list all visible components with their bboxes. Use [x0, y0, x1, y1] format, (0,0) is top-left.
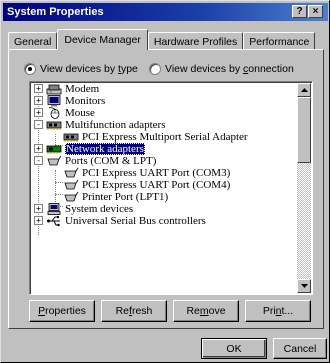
view-by-connection-radio[interactable]	[149, 63, 161, 75]
collapse-multifunction[interactable]: -	[34, 120, 43, 129]
multifunction-adapter-icon	[46, 119, 62, 131]
view-by-type-option[interactable]: View devices by type	[24, 62, 138, 76]
view-by-type-radio[interactable]	[24, 63, 36, 75]
scroll-down-button[interactable]	[297, 279, 311, 293]
tree-item-modem[interactable]: Modem	[46, 83, 99, 95]
help-button[interactable]: ?	[292, 5, 307, 18]
scroll-thumb[interactable]	[297, 97, 311, 163]
tree-item-com4[interactable]: PCI Express UART Port (COM4)	[63, 179, 230, 191]
tree-item-serial-adapter[interactable]: PCI Express Multiport Serial Adapter	[63, 131, 248, 143]
arrow-up-icon	[300, 88, 308, 92]
expand-usb-controllers[interactable]: +	[34, 216, 43, 225]
tab-performance[interactable]: Performance	[243, 32, 316, 50]
title-bar[interactable]: System Properties ? ×	[3, 3, 328, 21]
expand-mouse[interactable]: +	[34, 108, 43, 117]
mouse-icon	[46, 107, 62, 119]
scroll-up-button[interactable]	[297, 83, 311, 97]
port-connector-icon	[63, 191, 79, 203]
device-tree[interactable]: + Modem + Monitors + Mouse - Multifuncti…	[29, 81, 313, 295]
tree-scrollbar[interactable]	[297, 83, 311, 293]
view-by-connection-label: View devices by connection	[165, 63, 294, 75]
tree-item-ports[interactable]: Ports (COM & LPT)	[46, 155, 156, 167]
close-icon: ×	[312, 5, 319, 17]
monitor-icon	[46, 95, 62, 107]
tab-strip: General Device Manager Hardware Profiles…	[8, 29, 316, 50]
help-icon: ?	[296, 5, 303, 17]
tab-general[interactable]: General	[8, 32, 58, 50]
port-connector-icon	[63, 167, 79, 179]
usb-icon	[46, 215, 62, 227]
close-button[interactable]: ×	[308, 5, 323, 18]
window-title: System Properties	[7, 6, 104, 18]
tree-item-lpt1[interactable]: Printer Port (LPT1)	[63, 191, 168, 203]
tree-item-monitors[interactable]: Monitors	[46, 95, 105, 107]
tree-item-multifunction-adapters[interactable]: Multifunction adapters	[46, 119, 166, 131]
expand-monitors[interactable]: +	[34, 96, 43, 105]
tree-item-system-devices[interactable]: System devices	[46, 203, 133, 215]
tree-item-mouse[interactable]: Mouse	[46, 107, 95, 119]
network-adapter-icon	[46, 143, 62, 155]
cancel-button[interactable]: Cancel	[273, 338, 327, 359]
port-connector-icon	[46, 155, 62, 167]
serial-adapter-icon	[63, 131, 79, 143]
ok-button[interactable]: OK	[201, 338, 267, 359]
system-properties-window: System Properties ? × General Device Man…	[0, 0, 330, 363]
view-by-type-label: View devices by type	[40, 63, 138, 75]
view-by-connection-option[interactable]: View devices by connection	[149, 62, 294, 76]
tree-item-network-adapters[interactable]: Network adapters	[46, 143, 145, 155]
tab-hardware-profiles[interactable]: Hardware Profiles	[147, 32, 244, 50]
modem-icon	[46, 83, 62, 95]
collapse-ports[interactable]: -	[34, 156, 43, 165]
computer-icon	[46, 203, 62, 215]
tab-device-manager[interactable]: Device Manager	[57, 29, 148, 50]
expand-modem[interactable]: +	[34, 84, 43, 93]
arrow-down-icon	[300, 284, 308, 288]
tree-item-usb-controllers[interactable]: Universal Serial Bus controllers	[46, 215, 206, 227]
tree-item-com3[interactable]: PCI Express UART Port (COM3)	[63, 167, 230, 179]
expand-network-adapters[interactable]: +	[34, 144, 43, 153]
expand-system-devices[interactable]: +	[34, 204, 43, 213]
port-connector-icon	[63, 179, 79, 191]
